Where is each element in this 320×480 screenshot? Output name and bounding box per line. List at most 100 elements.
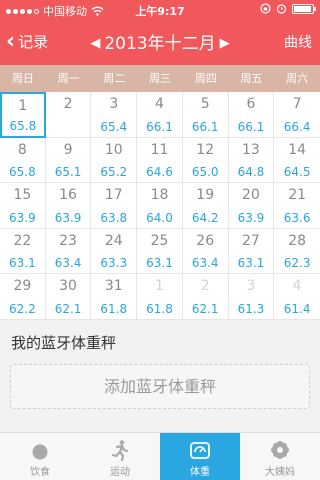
day-number: 3: [246, 278, 256, 295]
rotation-lock-icon: [260, 3, 271, 14]
calendar-day[interactable]: 7 66.4: [274, 92, 320, 138]
calendar-day-next-month[interactable]: 2 62.1: [182, 274, 229, 320]
calendar-day[interactable]: 26 63.4: [182, 228, 229, 275]
calendar-day-next-month[interactable]: 4 61.4: [274, 274, 320, 320]
calendar-day[interactable]: 14 64.5: [274, 138, 320, 184]
calendar-day[interactable]: 19 64.2: [182, 183, 229, 229]
calendar-day[interactable]: 30 62.1: [45, 274, 92, 320]
day-number: 5: [200, 96, 210, 112]
status-icons: [260, 3, 316, 14]
calendar-day-next-month[interactable]: 3 61.3: [228, 274, 275, 320]
calendar-day[interactable]: 5 66.1: [182, 92, 229, 138]
day-number: 20: [242, 187, 260, 204]
day-weight: 64.0: [146, 210, 173, 225]
day-number: 8: [17, 141, 27, 158]
calendar-day-next-month[interactable]: 1 61.8: [137, 274, 183, 320]
day-weight: 61.8: [146, 301, 173, 316]
calendar-day[interactable]: 13 64.8: [228, 137, 275, 184]
calendar-day[interactable]: 4 66.1: [137, 92, 183, 138]
day-weight: 63.4: [54, 256, 82, 271]
calendar-day[interactable]: 9 65.1: [45, 137, 92, 184]
day-weight: 65.1: [54, 165, 82, 180]
calendar-day[interactable]: 21 63.6: [274, 183, 320, 229]
day-weight: 62.3: [283, 256, 311, 271]
day-weight: 63.1: [8, 256, 36, 271]
calendar-day[interactable]: 6 66.1: [228, 92, 275, 138]
day-weight: 64.2: [191, 210, 219, 225]
day-weight: 66.4: [283, 119, 311, 134]
add-scale-button[interactable]: 添加蓝牙体重秤: [10, 364, 310, 409]
day-weight: 62.1: [191, 301, 219, 316]
day-number: 22: [13, 232, 32, 249]
tab-diet-label: 饮食: [30, 467, 50, 478]
calendar-day[interactable]: 15 63.9: [0, 183, 46, 229]
day-weight: 63.4: [191, 256, 219, 271]
day-weight: 66.1: [237, 119, 265, 134]
calendar-day[interactable]: 22 63.1: [0, 228, 46, 275]
day-number: 16: [59, 187, 77, 204]
day-number: 31: [104, 278, 123, 295]
day-weight: 61.8: [100, 301, 128, 316]
weekday-fri: 周五: [240, 72, 263, 85]
weekday-tue: 周二: [103, 72, 126, 85]
calendar-day[interactable]: 10 65.2: [91, 137, 138, 184]
day-number: 30: [59, 278, 77, 295]
calendar-day[interactable]: 25 63.1: [137, 228, 183, 275]
day-weight: 64.8: [237, 165, 265, 180]
month-switcher: ◀ 2013年十二月 ▶: [0, 29, 320, 54]
calendar-day[interactable]: 24 63.3: [91, 228, 138, 275]
calendar-day[interactable]: 29 62.2: [0, 274, 46, 320]
prev-month-arrow-icon[interactable]: ◀: [86, 36, 104, 51]
calendar-day[interactable]: 16 63.9: [45, 183, 92, 229]
day-weight: 62.1: [54, 301, 82, 316]
weekday-thu: 周四: [194, 72, 217, 85]
day-weight: 64.6: [146, 165, 173, 180]
tab-diet[interactable]: 饮食: [0, 433, 80, 480]
tab-period[interactable]: 大姨妈: [240, 433, 320, 480]
day-weight: 63.6: [283, 210, 311, 225]
battery-icon: [292, 3, 316, 14]
day-number: 4: [292, 278, 302, 295]
calendar-day[interactable]: 2: [45, 92, 92, 138]
calendar-day[interactable]: 1 65.8: [0, 92, 46, 138]
nav-bar: ‹ 记录 ◀ 2013年十二月 ▶ 曲线: [0, 20, 320, 65]
calendar-day[interactable]: 20 63.9: [228, 183, 275, 229]
day-number: 28: [288, 232, 307, 249]
day-weight: 63.1: [237, 256, 265, 271]
calendar-day[interactable]: 23 63.4: [45, 228, 92, 275]
day-weight: 64.5: [283, 165, 311, 180]
calendar-day[interactable]: 8 65.8: [0, 137, 46, 184]
day-number: 1: [155, 278, 164, 295]
running-icon: [111, 440, 129, 461]
month-title: 2013年十二月: [104, 34, 216, 54]
day-number: 6: [246, 96, 256, 112]
scale-gauge-icon: [190, 442, 210, 459]
curve-button[interactable]: 曲线: [284, 32, 312, 52]
day-weight: 65.4: [100, 119, 128, 134]
scale-section-title: 我的蓝牙体重秤: [11, 334, 117, 352]
tab-exercise[interactable]: 运动: [80, 433, 160, 480]
day-number: 9: [63, 141, 73, 158]
day-number: 14: [288, 141, 307, 158]
calendar-day[interactable]: 28 62.3: [274, 229, 320, 275]
day-number: 2: [200, 278, 210, 295]
day-weight: 63.1: [146, 256, 173, 271]
tab-bar: 饮食 运动 体重 大姨妈: [0, 432, 320, 480]
calendar-day[interactable]: 18 64.0: [137, 183, 183, 229]
calendar-day[interactable]: 12 65.0: [182, 137, 229, 184]
day-weight: 63.9: [237, 210, 265, 225]
day-number: 13: [242, 141, 260, 158]
calendar-day[interactable]: 17 63.8: [91, 183, 138, 229]
calendar-day[interactable]: 31 61.8: [91, 274, 138, 320]
day-number: 27: [242, 232, 260, 249]
day-weight: 63.9: [54, 210, 82, 225]
day-weight: 63.8: [100, 210, 128, 225]
day-number: 15: [13, 187, 32, 204]
day-number: 29: [13, 278, 32, 295]
tab-weight[interactable]: 体重: [160, 433, 240, 480]
next-month-arrow-icon[interactable]: ▶: [216, 36, 234, 51]
calendar-day[interactable]: 3 65.4: [91, 92, 138, 138]
calendar-day[interactable]: 27 63.1: [228, 228, 275, 275]
day-number: 11: [150, 141, 169, 158]
calendar-day[interactable]: 11 64.6: [137, 137, 183, 184]
